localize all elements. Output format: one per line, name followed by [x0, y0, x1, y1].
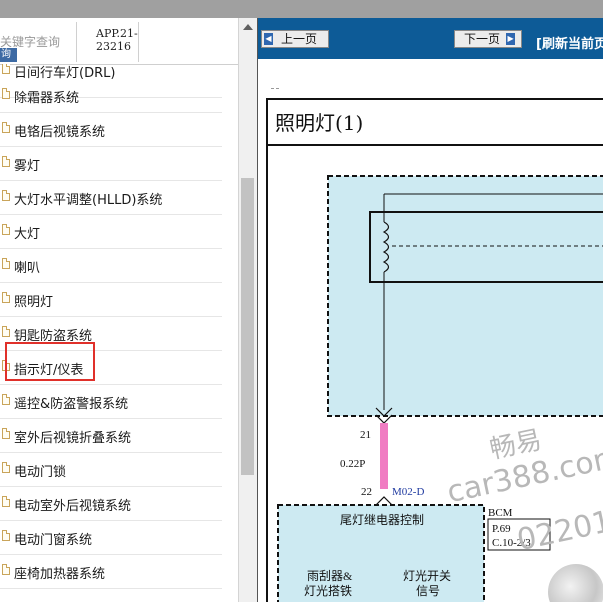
document-icon: [2, 428, 10, 439]
tree-item-label: 除霜器系统: [14, 91, 80, 106]
document-icon: [2, 122, 10, 133]
light-switch-label-2: 信号: [416, 584, 440, 598]
tree-item-power-window[interactable]: 电动门窗系统: [0, 521, 222, 555]
tree-item-label: 遥控&防盗警报系统: [14, 397, 129, 412]
document-icon: [2, 462, 10, 473]
document-icon: [2, 530, 10, 541]
tree-item-label: 电动门锁: [14, 465, 67, 480]
tree-item-keyless-alarm[interactable]: 遥控&防盗警报系统: [0, 385, 222, 419]
document-icon: [2, 258, 10, 269]
ref-page: P.69: [492, 523, 511, 535]
bcm-function-label: 尾灯继电器控制: [340, 513, 424, 527]
tree-item-power-mirror[interactable]: 电动室外后视镜系统: [0, 487, 222, 521]
scroll-thumb[interactable]: [241, 178, 254, 475]
tree-item-label: 雾灯: [14, 159, 41, 174]
column-divider-2: [138, 22, 139, 62]
tree-item-hlld[interactable]: 大灯水平调整(HLLD)系统: [0, 181, 222, 215]
wiper-ground-label-2: 灯光搭铁: [304, 584, 352, 598]
wire-spec: 0.22P: [340, 458, 365, 470]
search-strip: 关键字查询 询 APP.21- 23216 ×: [0, 18, 250, 65]
light-switch-label-1: 灯光开关: [403, 569, 451, 583]
tree-item-defroster[interactable]: 除霜器系统: [0, 79, 222, 113]
selected-item-highlight: [5, 342, 95, 381]
tree-item-label: 大灯水平调整(HLLD)系统: [14, 193, 163, 208]
wiper-ground-label-1: 雨刮器&: [307, 569, 353, 583]
tree-item-label: 喇叭: [14, 261, 41, 276]
document-icon: [2, 564, 10, 575]
tree-item-label: 室外后视镜折叠系统: [14, 431, 132, 446]
tree-item-label: 电铬后视镜系统: [14, 125, 106, 140]
pink-wire: [380, 423, 388, 489]
tree-item-ec-mirror[interactable]: 电铬后视镜系统: [0, 113, 222, 147]
document-icon: [2, 292, 10, 303]
tree-item-illumination[interactable]: 照明灯: [0, 283, 222, 317]
document-pane: ◀ 上一页 下一页 ▶ [刷新当前页 照明灯(1) 21 0.22P 22 M02-…: [257, 18, 603, 602]
wiring-diagram: 21 0.22P 22 M02-D 尾灯继电器控制 BCM P.69 C.10-…: [277, 175, 603, 602]
column-divider: [76, 22, 77, 62]
tree-item-label: 座椅加热器系统: [14, 567, 106, 582]
tree-item-seat-heater[interactable]: 座椅加热器系统: [0, 555, 222, 589]
document-icon: [2, 326, 10, 337]
tree-item-label: 电动室外后视镜系统: [14, 499, 132, 514]
pin-top-number: 21: [360, 429, 371, 441]
document-icon: [2, 88, 10, 99]
tree-item-label: 电动门窗系统: [14, 533, 93, 548]
scroll-up-arrow-icon[interactable]: [243, 24, 253, 30]
document-icon: [2, 156, 10, 167]
tree-item-fog-lamp[interactable]: 雾灯: [0, 147, 222, 181]
document-icon: [2, 64, 10, 74]
tree-item-label: 照明灯: [14, 295, 54, 310]
document-icon: [2, 394, 10, 405]
pin-bottom-number: 22: [361, 486, 372, 498]
bcm-name: BCM: [488, 507, 513, 519]
tree-scrollbar[interactable]: [238, 18, 257, 602]
app-code: APP.21- 23216: [96, 27, 138, 53]
document-icon: [2, 496, 10, 507]
tree-item-power-door-lock[interactable]: 电动门锁: [0, 453, 222, 487]
tree-item-mirror-folding[interactable]: 室外后视镜折叠系统: [0, 419, 222, 453]
topic-tree: 日间行车灯(DRL) 除霜器系统 电铬后视镜系统 雾灯 大灯水平调整(HLLD)…: [0, 64, 238, 602]
left-pane: 关键字查询 询 APP.21- 23216 × 日间行车灯(DRL) 除霜器系统…: [0, 18, 257, 602]
connector-arrow-bottom: [375, 496, 393, 506]
document-icon: [2, 224, 10, 235]
tree-item-headlamp[interactable]: 大灯: [0, 215, 222, 249]
window-top-bar: [0, 0, 603, 18]
connector-id: M02-D: [392, 486, 424, 498]
search-button[interactable]: 询: [0, 48, 17, 62]
tree-item-horn[interactable]: 喇叭: [0, 249, 222, 283]
tree-item-label: 大灯: [14, 227, 41, 242]
document-icon: [2, 190, 10, 201]
